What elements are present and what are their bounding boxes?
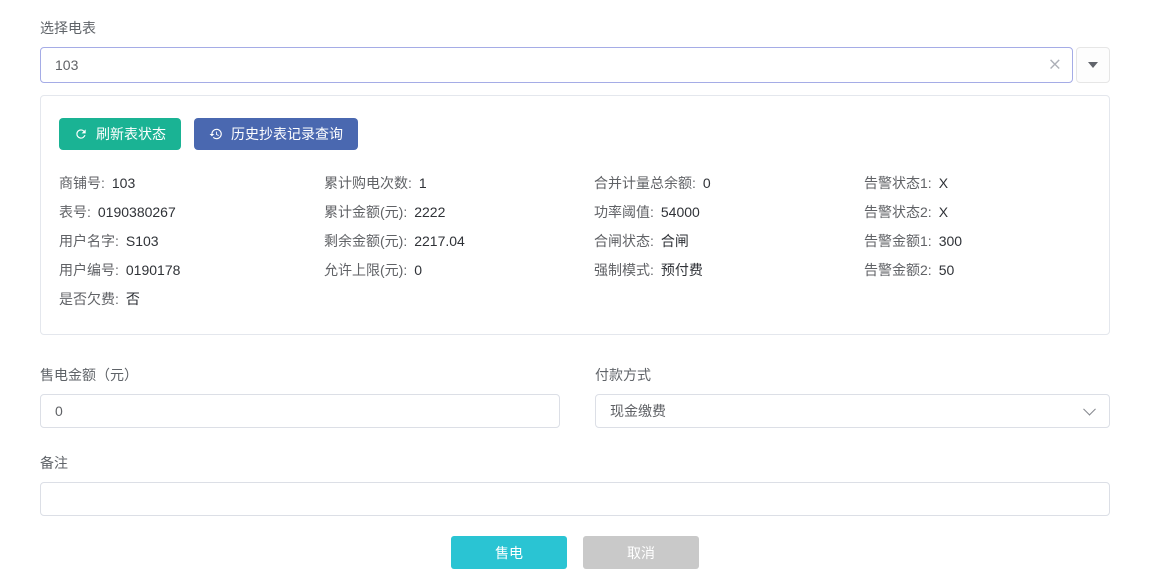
info-label: 功率阈值:	[594, 204, 654, 220]
remark-label: 备注	[40, 453, 1110, 473]
info-column-3: 合并计量总余额: 0 功率阈值: 54000 合闸状态: 合闸 强制模式: 预付费	[594, 173, 864, 318]
info-label: 合并计量总余额:	[594, 175, 696, 191]
meter-info-grid: 商铺号: 103 表号: 0190380267 用户名字: S103 用户编号: 019…	[59, 173, 1091, 318]
meter-select-row: ×	[40, 47, 1110, 83]
info-item-remaining-amount: 剩余金额(元): 2217.04	[324, 231, 594, 251]
info-item-switch-state: 合闸状态: 合闸	[594, 231, 864, 251]
payment-field-group: 付款方式 现金缴费	[595, 365, 1110, 428]
amount-field-group: 售电金额（元）	[40, 365, 560, 428]
payment-method-select[interactable]: 现金缴费	[595, 394, 1110, 428]
info-item-allowed-limit: 允许上限(元): 0	[324, 260, 594, 280]
info-column-2: 累计购电次数: 1 累计金额(元): 2222 剩余金额(元): 2217.04 允许…	[324, 173, 594, 318]
select-meter-label: 选择电表	[40, 18, 1110, 38]
info-value: 0190380267	[98, 204, 176, 220]
info-item-shop-number: 商铺号: 103	[59, 173, 324, 193]
info-label: 告警金额1:	[864, 233, 932, 249]
info-column-4: 告警状态1: X 告警状态2: X 告警金额1: 300 告警金额2: 50	[864, 173, 1091, 318]
amount-label: 售电金额（元）	[40, 365, 560, 385]
info-label: 用户编号:	[59, 262, 119, 278]
info-item-alarm-state-1: 告警状态1: X	[864, 173, 1091, 193]
info-value: 54000	[661, 204, 700, 220]
info-item-alarm-amount-1: 告警金额1: 300	[864, 231, 1091, 251]
info-value: 0190178	[126, 262, 181, 278]
info-item-meter-number: 表号: 0190380267	[59, 202, 324, 222]
history-icon	[209, 127, 223, 141]
meter-select-input[interactable]	[40, 47, 1073, 83]
info-value: 0	[414, 262, 422, 278]
panel-toolbar: 刷新表状态 历史抄表记录查询	[59, 118, 1091, 150]
info-item-alarm-state-2: 告警状态2: X	[864, 202, 1091, 222]
info-item-arrears: 是否欠费: 否	[59, 289, 324, 309]
info-label: 用户名字:	[59, 233, 119, 249]
info-label: 表号:	[59, 204, 91, 220]
info-label: 商铺号:	[59, 175, 105, 191]
info-value: 300	[939, 233, 962, 249]
cancel-button[interactable]: 取消	[583, 536, 699, 569]
info-value: 2222	[414, 204, 445, 220]
meter-select[interactable]: ×	[40, 47, 1073, 83]
info-value: 否	[126, 291, 140, 307]
meter-dropdown-button[interactable]	[1076, 47, 1110, 83]
info-item-force-mode: 强制模式: 预付费	[594, 260, 864, 280]
info-label: 合闸状态:	[594, 233, 654, 249]
info-label: 告警状态1:	[864, 175, 932, 191]
refresh-meter-status-button[interactable]: 刷新表状态	[59, 118, 181, 150]
form-actions: 售电 取消	[40, 536, 1110, 569]
info-item-combined-balance: 合并计量总余额: 0	[594, 173, 864, 193]
remark-field-group: 备注	[40, 453, 1110, 516]
refresh-button-label: 刷新表状态	[96, 124, 166, 144]
info-value: S103	[126, 233, 159, 249]
info-value: 合闸	[661, 233, 689, 249]
refresh-icon	[74, 127, 88, 141]
info-item-power-threshold: 功率阈值: 54000	[594, 202, 864, 222]
caret-down-icon	[1088, 62, 1098, 68]
info-label: 剩余金额(元):	[324, 233, 407, 249]
meter-info-panel: 刷新表状态 历史抄表记录查询 商铺号: 103 表号: 0190380267 用户名…	[40, 95, 1110, 335]
history-button-label: 历史抄表记录查询	[231, 124, 343, 144]
info-value: 0	[703, 175, 711, 191]
info-item-alarm-amount-2: 告警金额2: 50	[864, 260, 1091, 280]
info-label: 是否欠费:	[59, 291, 119, 307]
clear-icon[interactable]: ×	[1048, 57, 1062, 74]
info-label: 允许上限(元):	[324, 262, 407, 278]
info-label: 累计购电次数:	[324, 175, 412, 191]
info-label: 告警金额2:	[864, 262, 932, 278]
info-value: 预付费	[661, 262, 703, 278]
chevron-down-icon	[1083, 403, 1096, 416]
info-item-total-amount: 累计金额(元): 2222	[324, 202, 594, 222]
sell-button[interactable]: 售电	[451, 536, 567, 569]
info-value: 50	[939, 262, 955, 278]
sale-form-row: 售电金额（元） 付款方式 现金缴费	[40, 365, 1110, 428]
payment-method-label: 付款方式	[595, 365, 1110, 385]
info-item-purchase-count: 累计购电次数: 1	[324, 173, 594, 193]
info-value: 2217.04	[414, 233, 465, 249]
info-column-1: 商铺号: 103 表号: 0190380267 用户名字: S103 用户编号: 019…	[59, 173, 324, 318]
payment-method-value: 现金缴费	[610, 401, 666, 421]
info-value: X	[939, 204, 948, 220]
info-item-user-name: 用户名字: S103	[59, 231, 324, 251]
info-label: 强制模式:	[594, 262, 654, 278]
info-label: 告警状态2:	[864, 204, 932, 220]
sell-electricity-form: 选择电表 × 刷新表状态 历史抄表记录查询	[40, 0, 1110, 569]
remark-input[interactable]	[40, 482, 1110, 516]
info-value: 1	[419, 175, 427, 191]
amount-input[interactable]	[40, 394, 560, 428]
info-value: X	[939, 175, 948, 191]
info-value: 103	[112, 175, 135, 191]
info-item-user-id: 用户编号: 0190178	[59, 260, 324, 280]
info-label: 累计金额(元):	[324, 204, 407, 220]
history-records-button[interactable]: 历史抄表记录查询	[194, 118, 358, 150]
